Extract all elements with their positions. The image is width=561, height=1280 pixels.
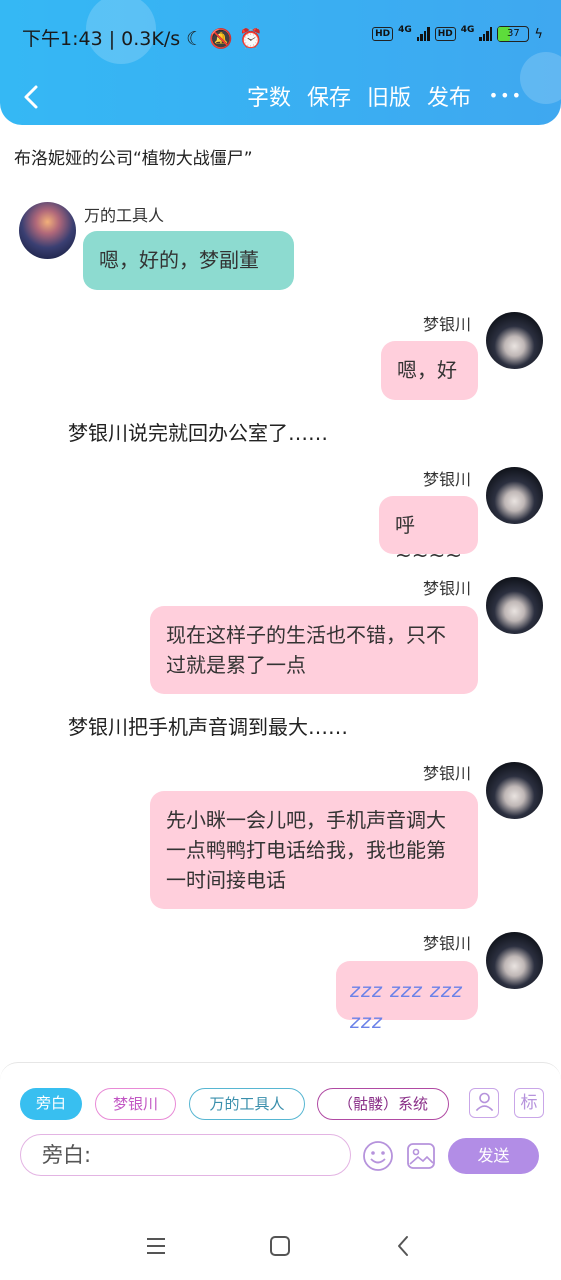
avatar[interactable] [486, 467, 543, 524]
more-options-icon[interactable]: ••• [489, 86, 523, 105]
battery-icon: 37 [497, 26, 530, 42]
status-time: 下午1:43 | 0.3K/s ☾ 🔕 ⏰ [22, 28, 263, 50]
sleep-zzz-text: zzz zzz zzz zzz [350, 980, 463, 1033]
signal-icon [416, 27, 430, 41]
role-chip-wan[interactable]: 万的工具人 [189, 1088, 305, 1120]
narration-text[interactable]: 梦银川说完就回办公室了…… [68, 417, 328, 446]
signal-icon [479, 27, 493, 41]
sender-name: 万的工具人 [84, 206, 165, 225]
moon-icon: ☾ [186, 28, 204, 50]
system-navigation-bar [0, 1210, 561, 1280]
word-count-button[interactable]: 字数 [247, 80, 291, 112]
message-bubble[interactable]: 呼~~~~ [379, 496, 478, 567]
person-icon [475, 1092, 493, 1112]
save-button[interactable]: 保存 [307, 80, 351, 112]
home-icon[interactable] [268, 1234, 292, 1258]
old-version-button[interactable]: 旧版 [367, 80, 411, 112]
narration-text[interactable]: 梦银川把手机声音调到最大…… [68, 711, 348, 740]
back-arrow-icon[interactable] [18, 82, 48, 112]
avatar[interactable] [486, 312, 543, 369]
app-header: 下午1:43 | 0.3K/s ☾ 🔕 ⏰ HD 4G HD 4G 37 ϟ 字… [0, 0, 561, 125]
message-bubble[interactable]: 现在这样子的生活也不错，只不过就是累了一点 [150, 606, 478, 694]
hd-icon: HD [372, 27, 394, 41]
sender-name: 梦银川 [423, 764, 472, 783]
status-bar: 下午1:43 | 0.3K/s ☾ 🔕 ⏰ HD 4G HD 4G 37 ϟ [0, 0, 561, 70]
menu-icon[interactable] [144, 1234, 168, 1258]
chat-title: 布洛妮娅的公司“植物大战僵尸” [14, 149, 253, 169]
tag-icon[interactable]: 标 [514, 1088, 544, 1118]
sender-name: 梦银川 [423, 470, 472, 489]
role-chip-mengyinchuan[interactable]: 梦银川 [95, 1088, 176, 1120]
network-label: 4G [460, 25, 475, 35]
image-icon[interactable] [405, 1140, 437, 1172]
sender-name: 梦银川 [423, 315, 472, 334]
status-right: HD 4G HD 4G 37 ϟ [372, 25, 543, 42]
message-bubble[interactable]: 嗯，好 [381, 341, 478, 400]
message-input[interactable]: 旁白: [20, 1134, 351, 1176]
avatar[interactable] [486, 762, 543, 819]
hd-icon: HD [434, 27, 456, 41]
avatar[interactable] [486, 932, 543, 989]
back-icon[interactable] [392, 1234, 416, 1258]
sender-name: 梦银川 [423, 934, 472, 953]
message-bubble[interactable]: 嗯，好的，梦副董 [83, 231, 294, 290]
publish-button[interactable]: 发布 [427, 80, 471, 112]
mute-bell-icon: 🔕 [209, 28, 233, 50]
avatar[interactable] [486, 577, 543, 634]
role-chip-narrator[interactable]: 旁白 [20, 1088, 82, 1120]
message-bubble[interactable]: zzz zzz zzz zzz [336, 961, 478, 1033]
send-button[interactable]: 发送 [448, 1138, 539, 1174]
role-person-icon[interactable] [469, 1088, 499, 1118]
charging-icon: ϟ [534, 26, 543, 42]
sender-name: 梦银川 [423, 579, 472, 598]
toolbar: 字数 保存 旧版 发布 ••• [0, 70, 561, 122]
alarm-icon: ⏰ [238, 28, 263, 50]
emoji-icon[interactable] [362, 1140, 394, 1172]
message-bubble[interactable]: 先小眯一会儿吧，手机声音调大一点鸭鸭打电话给我，我也能第一时间接电话 [150, 791, 478, 909]
network-label: 4G [398, 25, 412, 35]
avatar[interactable] [19, 202, 76, 259]
role-chip-system[interactable]: （骷髅）系统 [317, 1088, 449, 1120]
toolbar-actions: 字数 保存 旧版 发布 [247, 80, 471, 112]
